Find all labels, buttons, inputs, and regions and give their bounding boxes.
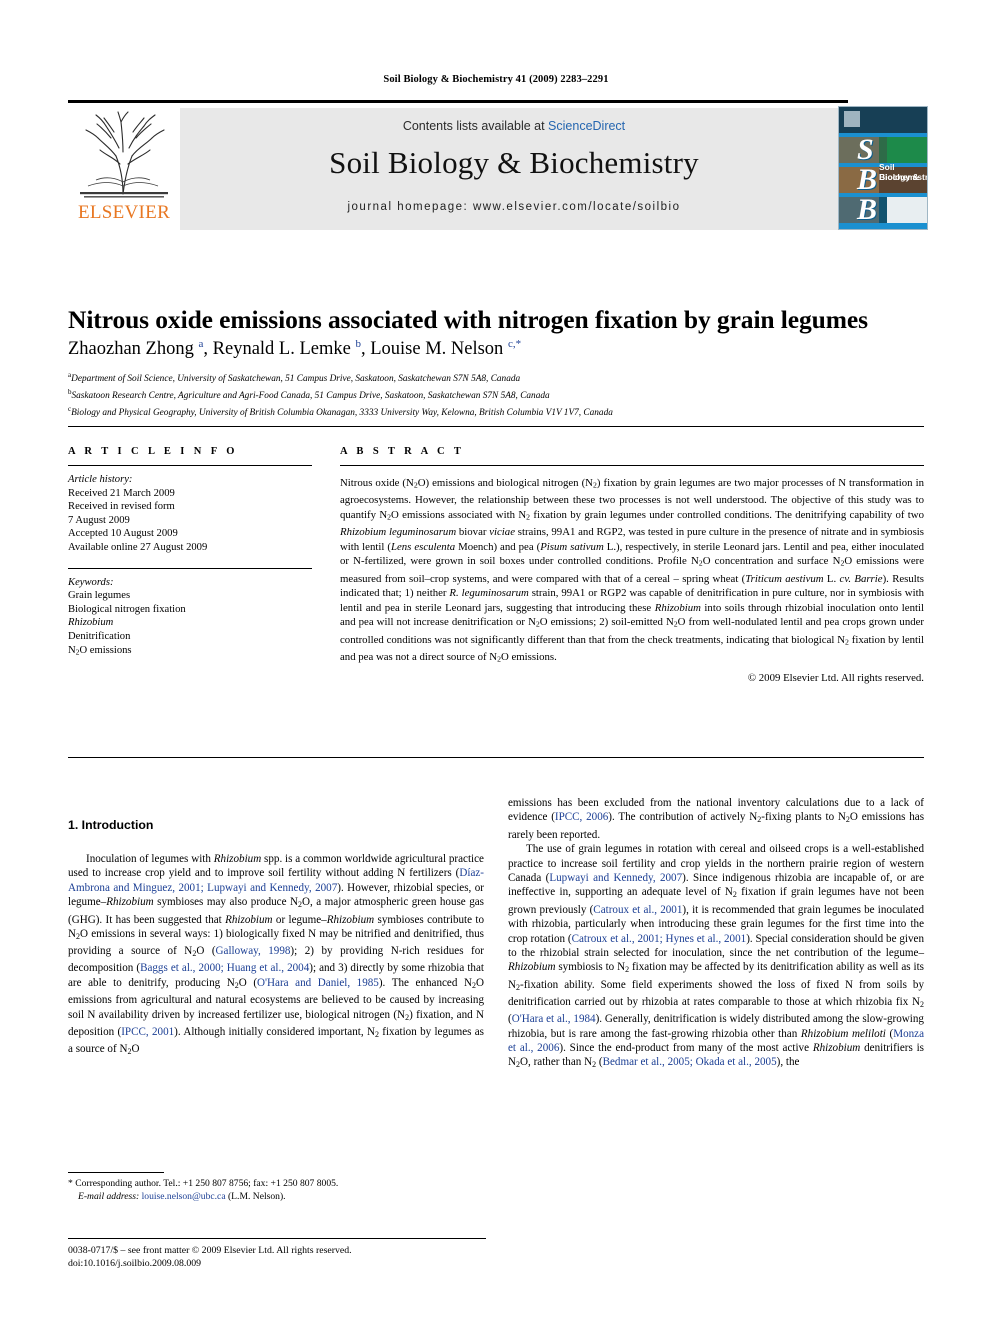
keywords-rule bbox=[68, 567, 312, 569]
masthead-top-rule bbox=[68, 100, 848, 103]
email-line: E-mail address: louise.nelson@ubc.ca (L.… bbox=[68, 1191, 488, 1204]
cover-letter-s: S bbox=[857, 133, 874, 166]
page-title: Nitrous oxide emissions associated with … bbox=[68, 305, 868, 335]
contents-lists-prefix: Contents lists available at bbox=[402, 119, 549, 133]
keyword-item: Rhizobium bbox=[68, 617, 114, 629]
footer-rule bbox=[68, 1238, 486, 1239]
history-item: Accepted 10 August 2009 bbox=[68, 528, 178, 540]
author-list: Zhaozhan Zhong a, Reynald L. Lemke b, Lo… bbox=[68, 338, 522, 360]
abstract-rule bbox=[340, 465, 924, 466]
keyword-item: Grain legumes bbox=[68, 590, 131, 602]
email-label: E-mail address: bbox=[78, 1190, 140, 1202]
affiliation-c-text: Biology and Physical Geography, Universi… bbox=[71, 407, 613, 418]
journal-cover-thumbnail: S B B Soil Biology & Biochemistry bbox=[838, 106, 928, 230]
keywords-block: Keywords: Grain legumes Biological nitro… bbox=[68, 576, 312, 659]
info-frame-top-rule bbox=[68, 426, 924, 427]
running-head: Soil Biology & Biochemistry 41 (2009) 22… bbox=[383, 74, 609, 85]
contents-lists-line: Contents lists available at ScienceDirec… bbox=[180, 119, 848, 133]
keywords-label: Keywords: bbox=[68, 576, 114, 588]
affiliation-c: cBiology and Physical Geography, Univers… bbox=[68, 403, 928, 420]
cover-elsevier-mark bbox=[844, 111, 860, 127]
article-history-block: Article history: Received 21 March 2009 … bbox=[68, 473, 312, 555]
affiliation-list: aDepartment of Soil Science, University … bbox=[68, 369, 928, 420]
affiliation-b: bSaskatoon Research Centre, Agriculture … bbox=[68, 386, 928, 403]
paragraph: Inoculation of legumes with Rhizobium sp… bbox=[68, 853, 485, 1056]
history-item: Received 21 March 2009 bbox=[68, 487, 175, 499]
abstract-section: A B S T R A C T Nitrous oxide (N2O) emis… bbox=[340, 446, 924, 684]
history-item: Available online 27 August 2009 bbox=[68, 541, 208, 553]
keyword-item: Denitrification bbox=[68, 630, 131, 642]
doi-line: doi:10.1016/j.soilbio.2009.08.009 bbox=[68, 1257, 202, 1269]
abstract-heading: A B S T R A C T bbox=[340, 446, 465, 457]
page-footer: 0038-0717/$ – see front matter © 2009 El… bbox=[68, 1245, 528, 1270]
info-frame-bottom-rule bbox=[68, 757, 924, 758]
email-link[interactable]: louise.nelson@ubc.ca bbox=[142, 1191, 226, 1202]
sciencedirect-link[interactable]: ScienceDirect bbox=[548, 119, 625, 133]
corresponding-author-line: * Corresponding author. Tel.: +1 250 807… bbox=[68, 1178, 339, 1189]
abstract-body: Nitrous oxide (N2O) emissions and biolog… bbox=[340, 477, 925, 664]
paragraph: The use of grain legumes in rotation wit… bbox=[508, 843, 925, 1070]
section-heading-introduction: 1. Introduction bbox=[68, 818, 154, 832]
journal-article-page: Soil Biology & Biochemistry 41 (2009) 22… bbox=[0, 0, 992, 1323]
journal-masthead: ELSEVIER Contents lists available at Sci… bbox=[68, 100, 924, 230]
body-column-left: Inoculation of legumes with Rhizobium sp… bbox=[68, 852, 484, 1059]
cover-letter-b1: B bbox=[857, 163, 878, 196]
body-column-right: emissions has been excluded from the nat… bbox=[508, 796, 924, 1073]
keyword-item: Biological nitrogen fixation bbox=[68, 603, 186, 615]
keyword-item: N2O emissions bbox=[68, 644, 132, 657]
elsevier-tree-icon bbox=[76, 108, 172, 200]
journal-homepage-link[interactable]: journal homepage: www.elsevier.com/locat… bbox=[180, 201, 848, 213]
elsevier-wordmark: ELSEVIER bbox=[77, 202, 171, 223]
issn-copyright-line: 0038-0717/$ – see front matter © 2009 El… bbox=[68, 1245, 352, 1256]
paragraph: emissions has been excluded from the nat… bbox=[508, 797, 925, 841]
article-info-rule bbox=[68, 465, 312, 466]
contents-panel: Contents lists available at ScienceDirec… bbox=[180, 108, 848, 230]
email-owner: (L.M. Nelson). bbox=[227, 1190, 286, 1202]
article-history-label: Article history: bbox=[68, 474, 133, 485]
journal-title: Soil Biology & Biochemistry bbox=[329, 145, 699, 180]
footnote-rule bbox=[68, 1172, 164, 1173]
history-item: 7 August 2009 bbox=[68, 514, 130, 526]
article-info-section: A R T I C L E I N F O Article history: R… bbox=[68, 446, 312, 659]
cover-letter-b2: B bbox=[857, 193, 878, 226]
cover-title-line-2: Biochemistry bbox=[879, 172, 928, 182]
article-info-heading: A R T I C L E I N F O bbox=[68, 446, 238, 457]
affiliation-a: aDepartment of Soil Science, University … bbox=[68, 369, 928, 386]
affiliation-a-text: Department of Soil Science, University o… bbox=[71, 374, 521, 385]
abstract-copyright: © 2009 Elsevier Ltd. All rights reserved… bbox=[747, 672, 924, 685]
elsevier-logo: ELSEVIER bbox=[68, 108, 180, 230]
affiliation-b-text: Saskatoon Research Centre, Agriculture a… bbox=[71, 390, 550, 401]
corresponding-author-footnote: * Corresponding author. Tel.: +1 250 807… bbox=[68, 1178, 488, 1204]
history-item: Received in revised form bbox=[68, 501, 175, 513]
